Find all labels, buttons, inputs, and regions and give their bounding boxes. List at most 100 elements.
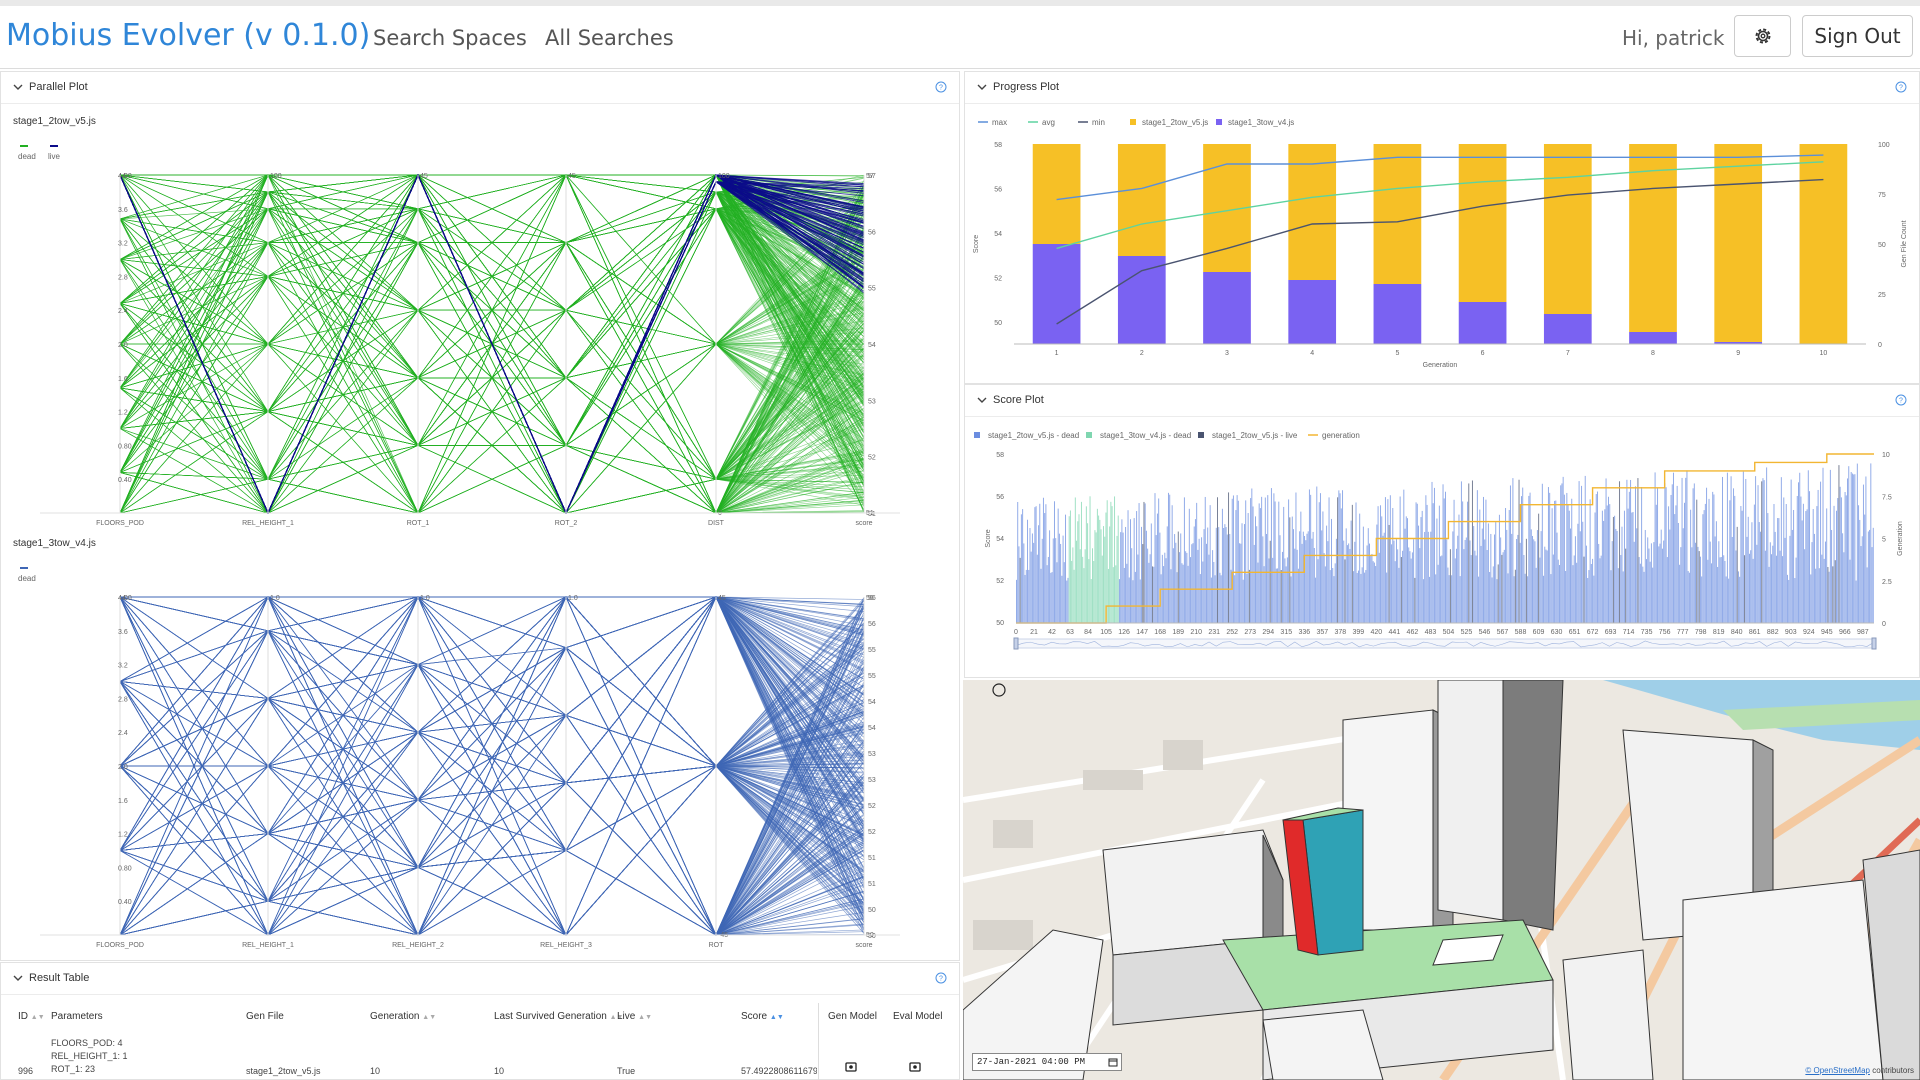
x-tick-label: 21 (1030, 629, 1038, 636)
col-generation[interactable]: Generation ▲▼ (370, 1011, 436, 1022)
score-bar (1674, 514, 1676, 623)
score-bar (1069, 510, 1071, 623)
score-bar (1609, 504, 1611, 623)
date-time-input[interactable]: 27-Jan-2021 04:00 PM (972, 1053, 1122, 1071)
score-bar (1688, 572, 1690, 623)
score-bar (1261, 496, 1263, 623)
score-bar (1380, 505, 1382, 623)
score-bar (1620, 555, 1622, 623)
progress-chart[interactable]: max avg min stage1_2tow_v5.js stage1_3tow_v4… (964, 104, 1920, 382)
bar (1629, 332, 1677, 344)
calendar-icon[interactable] (1108, 1057, 1118, 1067)
score-bar (1813, 533, 1815, 623)
sign-out-button[interactable]: Sign Out (1802, 15, 1913, 57)
score-bar (1680, 547, 1682, 623)
score-bar (1476, 490, 1478, 623)
chevron-down-icon[interactable] (11, 971, 25, 985)
x-tick-label: 399 (1352, 629, 1364, 636)
help-icon[interactable]: ? (935, 81, 947, 93)
score-bar (1535, 567, 1537, 623)
legend-label: min (1092, 118, 1105, 127)
settings-button[interactable] (1734, 15, 1791, 57)
score-bar (1534, 541, 1536, 623)
tick-label: 51 (868, 511, 876, 518)
score-bar (1266, 533, 1268, 623)
score-bar (1547, 487, 1549, 623)
score-bar (1294, 548, 1296, 623)
score-bar (1670, 494, 1672, 623)
score-bar (1441, 555, 1443, 623)
tick-label: 0.40 (118, 477, 132, 484)
x-tick-label: 63 (1066, 629, 1074, 636)
score-bar (1484, 539, 1486, 623)
score-bar (1753, 504, 1755, 623)
col-score[interactable]: Score ▲▼ (741, 1011, 784, 1022)
col-id[interactable]: ID ▲▼ (18, 1011, 45, 1022)
score-bar (1284, 558, 1286, 623)
parallel-plot-header[interactable]: Parallel Plot ? (1, 72, 959, 104)
score-chart[interactable]: stage1_2tow_v5.js - dead stage1_3tow_v4.j… (964, 417, 1920, 675)
map-scene[interactable] (963, 680, 1920, 1080)
score-bar (1100, 529, 1102, 623)
result-table-header[interactable]: Result Table ? (1, 963, 959, 995)
x-tick-label: 168 (1154, 629, 1166, 636)
col-last-survived[interactable]: Last Survived Generation ▲▼ (494, 1011, 623, 1022)
score-bar (1317, 559, 1319, 623)
score-plot-header[interactable]: Score Plot ? (965, 385, 1919, 417)
score-bar (1715, 521, 1717, 623)
score-bar (1720, 556, 1722, 623)
score-bar (1623, 510, 1625, 623)
view-model-icon[interactable] (845, 1061, 857, 1073)
score-bar (1392, 508, 1394, 623)
score-bar (1362, 526, 1364, 623)
score-bar (1185, 551, 1187, 623)
nav-search-spaces[interactable]: Search Spaces (373, 26, 527, 50)
score-bar (1838, 465, 1840, 623)
score-bar (1361, 567, 1363, 623)
score-bar (1647, 537, 1649, 623)
score-bar (1311, 538, 1313, 623)
y-tick-label: 100 (1878, 142, 1890, 149)
legend-label: max (992, 118, 1007, 127)
help-icon[interactable]: ? (1895, 81, 1907, 93)
nav-all-searches[interactable]: All Searches (545, 26, 674, 50)
score-bar (1701, 576, 1703, 623)
app-title[interactable]: Mobius Evolver (v 0.1.0) (6, 18, 370, 53)
col-live[interactable]: Live ▲▼ (617, 1011, 652, 1022)
slider-handle[interactable] (1871, 637, 1877, 650)
help-icon[interactable]: ? (935, 972, 947, 984)
bar (1373, 284, 1422, 344)
score-bar (1050, 572, 1052, 623)
map-3d-viewer[interactable] (963, 680, 1920, 1080)
score-bar (1758, 522, 1760, 623)
score-bar (1344, 559, 1346, 623)
score-bar (1791, 529, 1793, 623)
help-icon[interactable]: ? (1895, 394, 1907, 406)
chevron-down-icon[interactable] (975, 80, 989, 94)
user-greeting: Hi, patrick (1622, 26, 1725, 50)
osm-link[interactable]: © OpenStreetMap (1805, 1066, 1870, 1075)
score-bar (1186, 552, 1188, 623)
score-bar (1312, 531, 1314, 623)
progress-plot-header[interactable]: Progress Plot ? (965, 72, 1919, 104)
score-bar (1202, 561, 1204, 623)
view-model-icon[interactable] (909, 1061, 921, 1073)
score-bar (1171, 505, 1173, 623)
x-tick-label: 147 (1136, 629, 1148, 636)
score-bar (1099, 519, 1101, 623)
parallel-chart-1[interactable]: dead live FLOORS_POD 4.0 REL_HEIGHT_1 100 ROT_… (0, 135, 960, 535)
y-axis-title: Score (985, 529, 992, 547)
score-bar (1247, 513, 1249, 623)
tick-label: 1.2 (118, 832, 128, 839)
score-bar (1103, 526, 1105, 623)
chevron-down-icon[interactable] (11, 80, 25, 94)
score-bar (1089, 496, 1091, 623)
parallel-chart-2[interactable]: dead FLOORS_POD 4.0 REL_HEIGHT_1 1.0 REL_HEIG… (0, 557, 960, 957)
slider-handle[interactable] (1013, 637, 1019, 650)
bar (1117, 256, 1166, 344)
zoom-slider[interactable] (1015, 638, 1875, 649)
legend-item: dead (18, 145, 36, 161)
data-line (119, 259, 865, 514)
tick-label: 56 (868, 229, 876, 236)
chevron-down-icon[interactable] (975, 393, 989, 407)
